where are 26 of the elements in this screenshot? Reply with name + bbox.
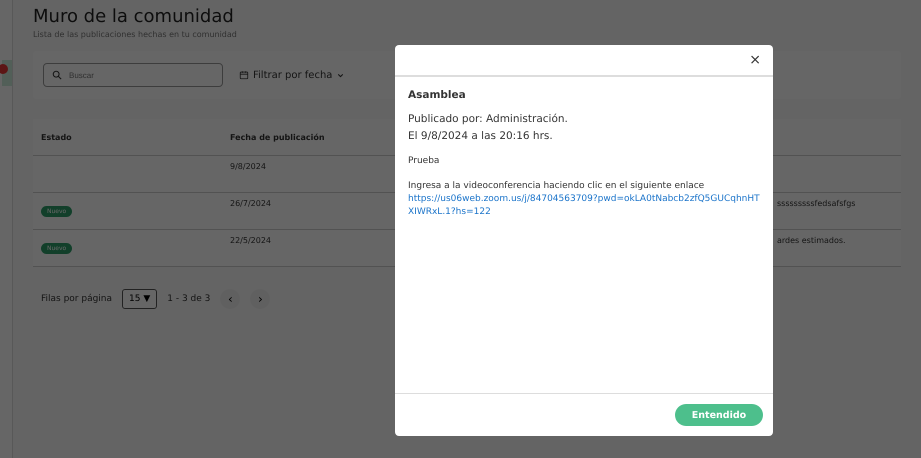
table-cell-text: 22/5/2024: [229, 235, 272, 247]
notification-badge: [0, 64, 8, 74]
published-by: Publicado por: Administración.: [408, 112, 569, 127]
table-cell-text: 9/8/2024: [229, 161, 267, 173]
dialog-title: Asamblea: [408, 89, 467, 101]
column-header: Fecha de publicación: [229, 132, 326, 142]
page-title: Muro de la comunidad: [33, 6, 235, 27]
table-cell-text: 26/7/2024: [229, 198, 272, 210]
calendar-icon: [239, 70, 249, 80]
rows-per-page-label: Filas por página: [41, 294, 112, 304]
table-cell-text: sssssssssfedsafsfgs: [776, 198, 856, 210]
previous-page-button[interactable]: ‹: [220, 289, 240, 309]
page-range: 1 - 3 de 3: [167, 294, 210, 304]
publish-date: El 9/8/2024 a las 20:16 hrs.: [408, 129, 554, 144]
understood-button[interactable]: Entendido: [675, 404, 763, 426]
page-size-select[interactable]: 15 ▼: [122, 289, 158, 309]
post-body: Prueba: [408, 155, 440, 168]
sidebar-item[interactable]: [2, 60, 12, 86]
date-filter[interactable]: Filtrar por fecha: [239, 70, 346, 80]
invite-text: Ingresa a la videoconferencia haciendo clic en el siguiente enlace: [408, 180, 706, 193]
meeting-link[interactable]: https://us06web.zoom.us/j/84704563709?pwd=okLA0tNabcb2zfQ5GUCqhnHTXIWRxL.1?hs=122: [408, 193, 760, 219]
search-icon: [52, 70, 62, 80]
next-page-button[interactable]: ›: [250, 289, 270, 309]
table-cell-text: ardes estimados.: [776, 235, 847, 247]
column-header: Estado: [40, 132, 73, 142]
close-button[interactable]: ×: [749, 52, 761, 68]
